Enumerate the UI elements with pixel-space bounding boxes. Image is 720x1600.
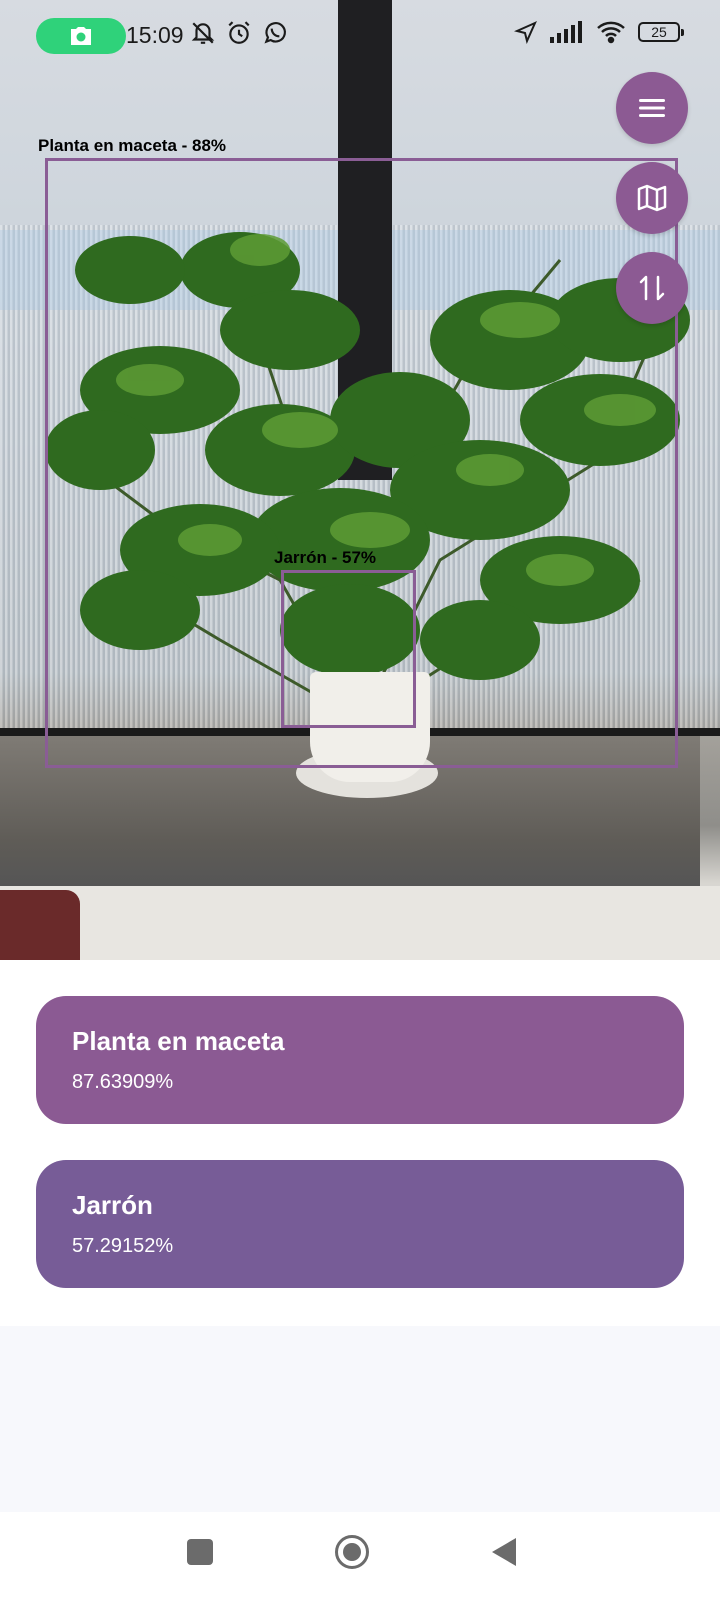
wifi-icon — [597, 21, 625, 44]
result-card-vase[interactable]: Jarrón 57.29152% — [36, 1160, 684, 1288]
result-confidence: 57.29152% — [72, 1235, 174, 1257]
sofa — [0, 890, 80, 960]
detection-label-vase: Jarrón - 57% — [274, 548, 377, 567]
signal-icon — [550, 21, 582, 43]
alarm-icon — [228, 21, 250, 44]
result-confidence: 87.63909% — [72, 1071, 174, 1093]
camera-preview: Planta en maceta - 88% Jarrón - 57% — [0, 0, 720, 960]
floor — [0, 886, 720, 960]
battery-level: 25 — [651, 24, 667, 40]
menu-button[interactable] — [616, 72, 688, 144]
camera-indicator-pill — [36, 18, 126, 54]
results-panel: Planta en maceta 87.63909% Jarrón 57.291… — [0, 960, 720, 1326]
result-card-plant[interactable]: Planta en maceta 87.63909% — [36, 996, 684, 1124]
map-icon — [637, 184, 667, 212]
swap-vertical-icon — [639, 275, 665, 301]
map-button[interactable] — [616, 162, 688, 234]
whatsapp-icon — [264, 22, 286, 44]
camera-icon — [71, 27, 91, 45]
bell-off-icon — [191, 22, 215, 44]
result-title: Planta en maceta — [72, 1026, 285, 1056]
status-bar: 15:09 25 — [0, 0, 720, 72]
detection-box-vase — [281, 570, 416, 728]
menu-icon — [639, 99, 665, 117]
status-time: 15:09 — [126, 22, 184, 48]
recents-icon[interactable] — [186, 1538, 214, 1566]
location-icon — [514, 21, 537, 44]
result-title: Jarrón — [72, 1190, 153, 1220]
home-icon[interactable] — [334, 1534, 370, 1570]
swap-camera-button[interactable] — [616, 252, 688, 324]
back-icon[interactable] — [490, 1536, 518, 1568]
system-nav-bar — [0, 1512, 720, 1600]
detection-label-plant: Planta en maceta - 88% — [38, 136, 227, 155]
battery-indicator: 25 — [638, 22, 684, 42]
